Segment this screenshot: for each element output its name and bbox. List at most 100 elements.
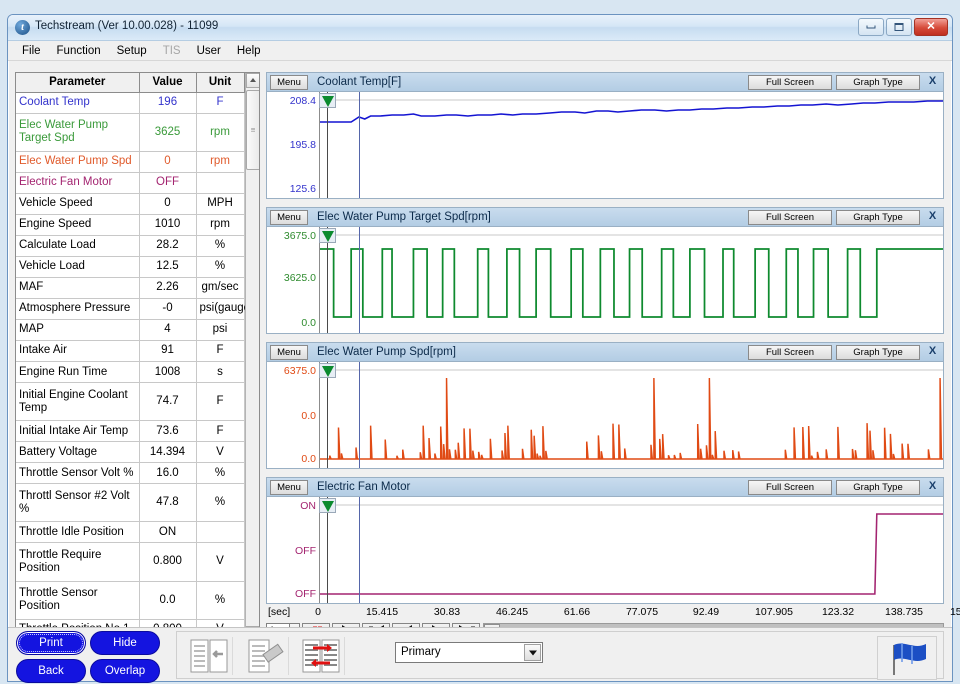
parameter-value-cell: ON <box>139 521 197 544</box>
parameter-value-cell: OFF <box>139 172 197 194</box>
cursor-line-secondary[interactable] <box>359 227 360 333</box>
y-tick-label: 125.6 <box>289 183 316 195</box>
panel-menu-button[interactable]: Menu <box>270 74 308 90</box>
table-row[interactable]: Throttle Idle Position ON <box>16 521 245 544</box>
table-row[interactable]: Atmosphere Pressure -0 psi(gauge) <box>16 298 254 320</box>
table-row[interactable]: Calculate Load 28.2% <box>16 235 245 257</box>
parameter-value-cell: 0.0 <box>139 581 197 620</box>
table-row[interactable]: Intake Air 91 F <box>16 340 245 362</box>
plot-canvas[interactable] <box>319 227 943 333</box>
cursor-line-secondary[interactable] <box>359 497 360 603</box>
graph-type-button[interactable]: Graph Type <box>836 209 920 225</box>
menu-file[interactable]: File <box>14 43 49 59</box>
table-row[interactable]: Electric Fan Motor OFF <box>16 172 245 194</box>
print-button[interactable]: Print <box>16 631 86 655</box>
panel-close-button[interactable]: X <box>925 345 940 360</box>
plot-canvas[interactable] <box>319 92 943 198</box>
column-header-parameter: Parameter <box>16 73 140 93</box>
table-row[interactable]: Elec Water Pump Spd 0 rpm <box>16 151 245 173</box>
table-row[interactable]: Initial Engine Coolant Temp 74.7 F <box>16 382 245 422</box>
parameter-unit-cell: rpm <box>196 214 245 236</box>
table-row[interactable]: Engine Run Time 1008 s <box>16 361 245 384</box>
table-row[interactable]: Elec Water Pump Target Spd 3625 rpm <box>16 113 245 152</box>
back-button[interactable]: Back <box>16 659 86 683</box>
table-row[interactable]: MAF 2.26 gm/sec <box>16 277 245 299</box>
window-controls: ✕ <box>858 18 948 36</box>
overlap-button[interactable]: Overlap <box>90 659 160 683</box>
maximize-button[interactable] <box>886 18 912 36</box>
table-header-row: Parameter Value Unit <box>16 73 245 93</box>
plot-canvas[interactable] <box>319 497 943 603</box>
cursor-line-secondary[interactable] <box>359 92 360 198</box>
minimize-button[interactable] <box>858 18 884 36</box>
table-row[interactable]: Throttl Sensor #2 Volt % 47.8% <box>16 483 245 523</box>
time-tick-label: 77.075 <box>625 606 659 618</box>
cursor-marker[interactable] <box>319 93 336 108</box>
plot-region[interactable]: 208.4 195.8 125.6 <box>267 92 943 198</box>
table-row[interactable]: Throttle Sensor Position 0.0% <box>16 581 245 620</box>
y-tick-label: ON <box>300 500 316 512</box>
time-tick-label: 0 <box>315 606 321 618</box>
close-button[interactable]: ✕ <box>914 18 948 36</box>
panel-menu-button[interactable]: Menu <box>270 479 308 495</box>
flag-button[interactable] <box>877 636 937 680</box>
data-source-dropdown[interactable]: Primary <box>395 642 543 663</box>
full-screen-button[interactable]: Full Screen <box>748 209 832 225</box>
panel-close-button[interactable]: X <box>925 480 940 495</box>
panel-title: Elec Water Pump Target Spd[rpm] <box>317 211 491 223</box>
panel-title: Coolant Temp[F] <box>317 76 402 88</box>
scrollbar-thumb[interactable] <box>245 90 259 170</box>
parameter-name-cell: Engine Run Time <box>16 361 140 384</box>
parameter-name-cell: MAP <box>16 319 140 341</box>
plot-region[interactable]: 6375.0 0.0 0.0 <box>267 362 943 468</box>
cursor-marker[interactable] <box>319 363 336 378</box>
scroll-up-icon[interactable] <box>245 73 259 88</box>
sync-lists-icon[interactable] <box>299 637 345 675</box>
table-row[interactable]: Initial Intake Air Temp 73.6 F <box>16 420 245 443</box>
panel-menu-button[interactable]: Menu <box>270 344 308 360</box>
table-row[interactable]: Battery Voltage 14.394 V <box>16 441 245 464</box>
parameter-value-cell: 196 <box>139 92 197 114</box>
full-screen-button[interactable]: Full Screen <box>748 479 832 495</box>
table-row[interactable]: Throttle Require Position 0.800 V <box>16 542 245 582</box>
plot-region[interactable]: 3675.0 3625.0 0.0 <box>267 227 943 333</box>
table-row[interactable]: Coolant Temp 196 F <box>16 92 245 114</box>
full-screen-button[interactable]: Full Screen <box>748 344 832 360</box>
panel-close-button[interactable]: X <box>925 75 940 90</box>
hide-button[interactable]: Hide <box>90 631 160 655</box>
snapshot-list-icon[interactable] <box>243 637 289 675</box>
cursor-marker[interactable] <box>319 498 336 513</box>
table-row[interactable]: MAP 4 psi <box>16 319 245 341</box>
graph-type-button[interactable]: Graph Type <box>836 344 920 360</box>
graph-type-button[interactable]: Graph Type <box>836 74 920 90</box>
plot-region[interactable]: ON OFF OFF <box>267 497 943 603</box>
parameter-value-cell: 2.26 <box>139 277 197 299</box>
compare-lists-icon[interactable] <box>187 637 233 675</box>
graph-type-button[interactable]: Graph Type <box>836 479 920 495</box>
chevron-down-icon[interactable] <box>524 644 541 661</box>
menu-setup[interactable]: Setup <box>109 43 155 59</box>
table-row[interactable]: Throttle Sensor Volt % 16.0% <box>16 462 245 485</box>
table-row[interactable]: Engine Speed 1010 rpm <box>16 214 245 236</box>
plot-canvas[interactable] <box>319 362 943 468</box>
panel-menu-button[interactable]: Menu <box>270 209 308 225</box>
parameter-name-cell: Elec Water Pump Spd <box>16 151 140 173</box>
y-tick-label: 0.0 <box>301 453 316 465</box>
parameter-name-cell: Atmosphere Pressure <box>16 298 140 320</box>
menu-function[interactable]: Function <box>49 43 109 59</box>
parameter-value-cell: 73.6 <box>139 420 197 443</box>
menu-help[interactable]: Help <box>229 43 269 59</box>
y-axis: 208.4 195.8 125.6 <box>267 92 319 198</box>
y-tick-label: 0.0 <box>301 317 316 329</box>
table-row[interactable]: Vehicle Speed 0 MPH <box>16 193 245 215</box>
time-tick-label: 107.905 <box>755 606 793 618</box>
table-scrollbar[interactable] <box>244 73 259 641</box>
cursor-line-secondary[interactable] <box>359 362 360 468</box>
table-row[interactable]: Vehicle Load 12.5% <box>16 256 245 278</box>
panel-close-button[interactable]: X <box>925 210 940 225</box>
menu-user[interactable]: User <box>189 43 229 59</box>
graph-panel-pump-spd: Menu Elec Water Pump Spd[rpm] Full Scree… <box>266 342 944 469</box>
cursor-marker[interactable] <box>319 228 336 243</box>
panel-title: Elec Water Pump Spd[rpm] <box>317 346 456 358</box>
full-screen-button[interactable]: Full Screen <box>748 74 832 90</box>
